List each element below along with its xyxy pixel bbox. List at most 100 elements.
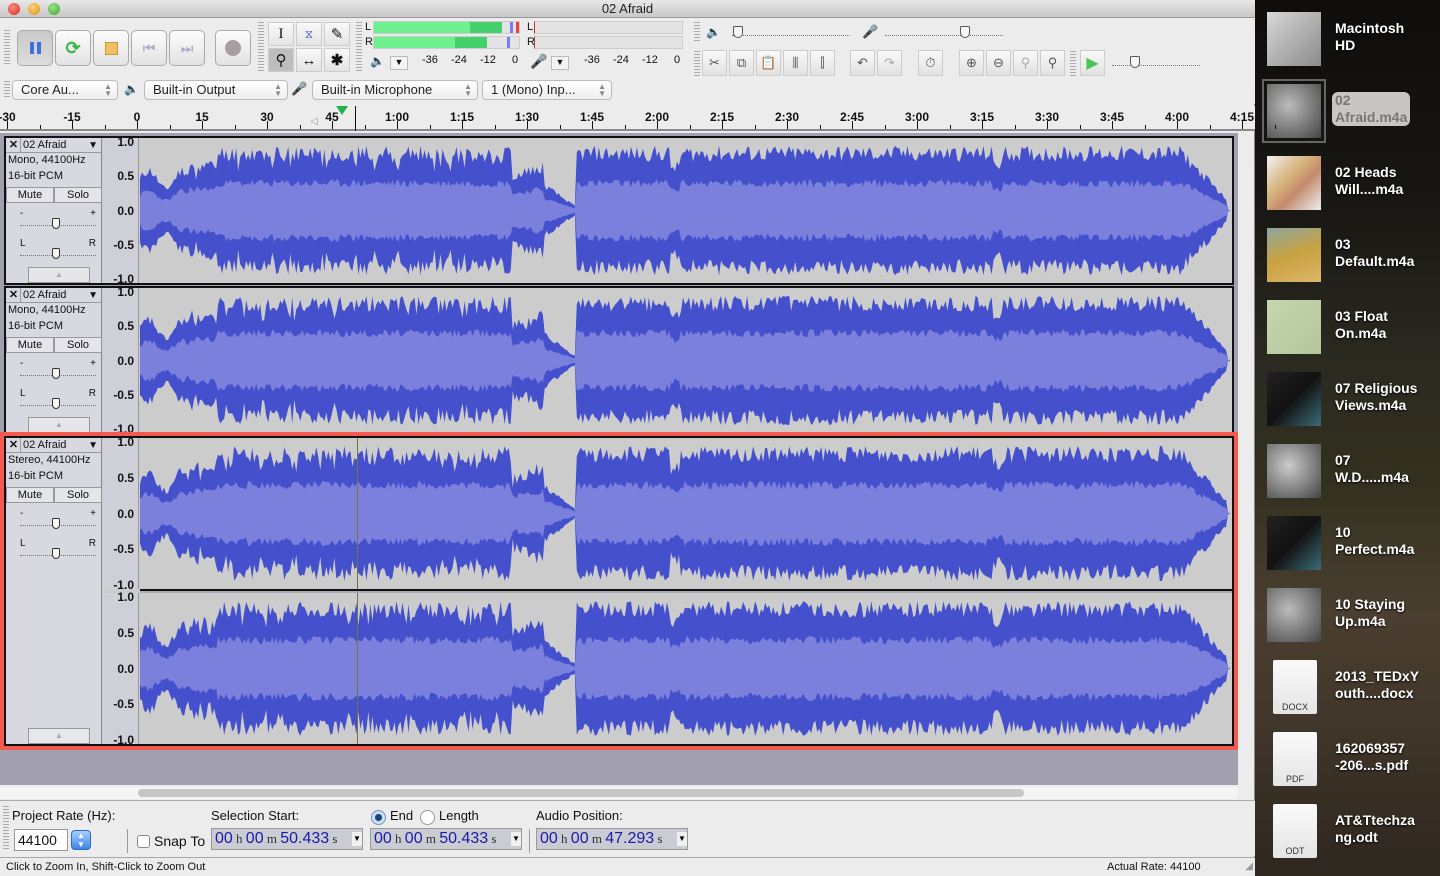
record-meter-left[interactable]: [534, 21, 683, 34]
format-dropdown[interactable]: ▼: [677, 832, 687, 846]
collapse-track-button[interactable]: ▲: [28, 417, 90, 433]
gain-slider[interactable]: [20, 368, 96, 379]
sync-lock-button[interactable]: ⏱: [918, 50, 943, 76]
playback-meter-right[interactable]: [373, 36, 520, 49]
input-device-select[interactable]: Built-in Microphone ▲ ▼: [312, 80, 478, 100]
desktop-item[interactable]: PDF 162069357 -206...s.pdf: [1265, 728, 1440, 792]
desktop-item[interactable]: 07 W.D.....m4a: [1265, 440, 1440, 504]
track-name-menu[interactable]: ✕ 02 Afraid ▼: [6, 288, 102, 303]
project-rate-input[interactable]: 44100: [14, 829, 68, 851]
slider-thumb[interactable]: [960, 26, 971, 38]
slider-thumb[interactable]: [52, 368, 60, 379]
horizontal-scrollbar[interactable]: [0, 787, 1238, 799]
loop-play-button[interactable]: ⟳: [55, 30, 91, 66]
desktop-item[interactable]: Macintosh HD: [1265, 8, 1440, 72]
meter-toolbar-grip[interactable]: [356, 22, 362, 72]
playback-volume-slider[interactable]: [732, 22, 850, 38]
tools-toolbar-grip[interactable]: [258, 22, 264, 72]
slider-thumb[interactable]: [52, 518, 60, 529]
skip-start-button[interactable]: ⏮: [131, 30, 167, 66]
waveform-channel[interactable]: [140, 138, 1232, 283]
slider-thumb[interactable]: [1129, 56, 1140, 68]
slider-thumb[interactable]: [52, 248, 60, 259]
collapse-track-button[interactable]: ▲: [28, 728, 90, 744]
zoom-tool[interactable]: ⚲: [268, 48, 294, 72]
project-rate-stepper[interactable]: ▲ ▼: [71, 830, 91, 850]
waveform-channel[interactable]: [140, 288, 1232, 433]
silence-button[interactable]: ⫿: [810, 50, 835, 76]
desktop-item[interactable]: 02 Heads Will....m4a: [1265, 152, 1440, 216]
selection-end-field[interactable]: 00 h 00 m 50.433 s ▼: [370, 828, 522, 850]
record-volume-slider[interactable]: [885, 22, 1003, 38]
playback-meter-left[interactable]: [373, 21, 520, 34]
end-radio[interactable]: [371, 810, 386, 825]
track-name-menu[interactable]: ✕ 02 Afraid ▼: [6, 438, 102, 453]
desktop-item[interactable]: 03 Float On.m4a: [1265, 296, 1440, 360]
selection-tool[interactable]: I: [268, 22, 294, 46]
playback-meter-menu[interactable]: ▼: [390, 56, 408, 70]
stop-button[interactable]: [93, 30, 129, 66]
mute-button[interactable]: Mute: [6, 487, 54, 503]
record-button[interactable]: [215, 30, 251, 66]
gain-slider[interactable]: [20, 218, 96, 229]
slider-thumb[interactable]: [52, 398, 60, 409]
selection-toolbar-grip[interactable]: [3, 806, 9, 850]
desktop-item[interactable]: 10 Staying Up.m4a: [1265, 584, 1440, 648]
snap-to-checkbox[interactable]: [137, 835, 150, 848]
desktop-item[interactable]: 02 Afraid.m4a: [1262, 79, 1440, 144]
paste-button[interactable]: 📋: [756, 50, 781, 76]
format-dropdown[interactable]: ▼: [352, 832, 362, 846]
close-window-button[interactable]: [8, 3, 20, 15]
play-at-speed-grip[interactable]: [1070, 51, 1076, 77]
zoom-in-button[interactable]: ⊕: [959, 50, 984, 76]
fit-selection-button[interactable]: ⚲: [1013, 50, 1038, 76]
resize-grip-icon[interactable]: ◢: [1245, 858, 1253, 876]
waveform-channel[interactable]: [140, 593, 1232, 744]
desktop-item[interactable]: ODT AT&Ttechza ng.odt: [1265, 800, 1440, 864]
skip-end-button[interactable]: ⏭: [169, 30, 205, 66]
record-meter-menu[interactable]: ▼: [551, 56, 569, 70]
zoom-out-button[interactable]: ⊖: [986, 50, 1011, 76]
desktop-item[interactable]: 07 Religious Views.m4a: [1265, 368, 1440, 432]
desktop-item[interactable]: DOCX 2013_TEDxY outh....docx: [1265, 656, 1440, 720]
output-device-select[interactable]: Built-in Output ▲ ▼: [144, 80, 288, 100]
undo-button[interactable]: ↶: [850, 50, 875, 76]
device-toolbar-grip[interactable]: [4, 81, 10, 99]
edit-toolbar-grip[interactable]: [694, 51, 700, 77]
redo-button[interactable]: ↷: [877, 50, 902, 76]
mute-button[interactable]: Mute: [6, 187, 54, 203]
gain-slider[interactable]: [20, 518, 96, 529]
fit-project-button[interactable]: ⚲: [1040, 50, 1065, 76]
pan-slider[interactable]: [20, 548, 96, 559]
play-speed-slider[interactable]: [1112, 52, 1200, 68]
scrollbar-thumb[interactable]: [138, 789, 1024, 797]
input-channels-select[interactable]: 1 (Mono) Inp... ▲ ▼: [482, 80, 612, 100]
format-dropdown[interactable]: ▼: [511, 832, 521, 846]
solo-button[interactable]: Solo: [54, 337, 102, 353]
copy-button[interactable]: ⧉: [729, 50, 754, 76]
timeshift-tool[interactable]: ↔: [296, 48, 322, 72]
zoom-window-button[interactable]: [48, 3, 60, 15]
close-track-icon[interactable]: ✕: [7, 438, 21, 452]
slider-thumb[interactable]: [732, 26, 743, 38]
timeline-ruler[interactable]: -30 -15 0 15 30 45 1:00 1:15 1:30 1:45 2:00 2:15 2:3…: [0, 106, 1276, 131]
multi-tool[interactable]: ✱: [324, 48, 350, 72]
mute-button[interactable]: Mute: [6, 337, 54, 353]
playhead-marker-icon[interactable]: [335, 106, 348, 115]
audio-track[interactable]: ✕ 02 Afraid ▼ Mono, 44100Hz 16-bit PCM Mute So…: [4, 285, 1234, 436]
length-radio[interactable]: [420, 810, 435, 825]
pan-slider[interactable]: [20, 398, 96, 409]
audio-host-select[interactable]: Core Au... ▲ ▼: [12, 80, 118, 100]
audio-position-field[interactable]: 00 h 00 m 47.293 s ▼: [536, 828, 688, 850]
waveform-channel[interactable]: [140, 438, 1232, 589]
envelope-tool[interactable]: ⧖: [296, 22, 322, 46]
draw-tool[interactable]: ✎: [324, 22, 350, 46]
play-at-speed-button[interactable]: ▶: [1080, 50, 1105, 76]
solo-button[interactable]: Solo: [54, 187, 102, 203]
slider-thumb[interactable]: [52, 218, 60, 229]
slider-thumb[interactable]: [52, 548, 60, 559]
solo-button[interactable]: Solo: [54, 487, 102, 503]
selection-start-field[interactable]: 00 h 00 m 50.433 s ▼: [211, 828, 363, 850]
minimize-window-button[interactable]: [28, 3, 40, 15]
record-meter-right[interactable]: [534, 36, 683, 49]
